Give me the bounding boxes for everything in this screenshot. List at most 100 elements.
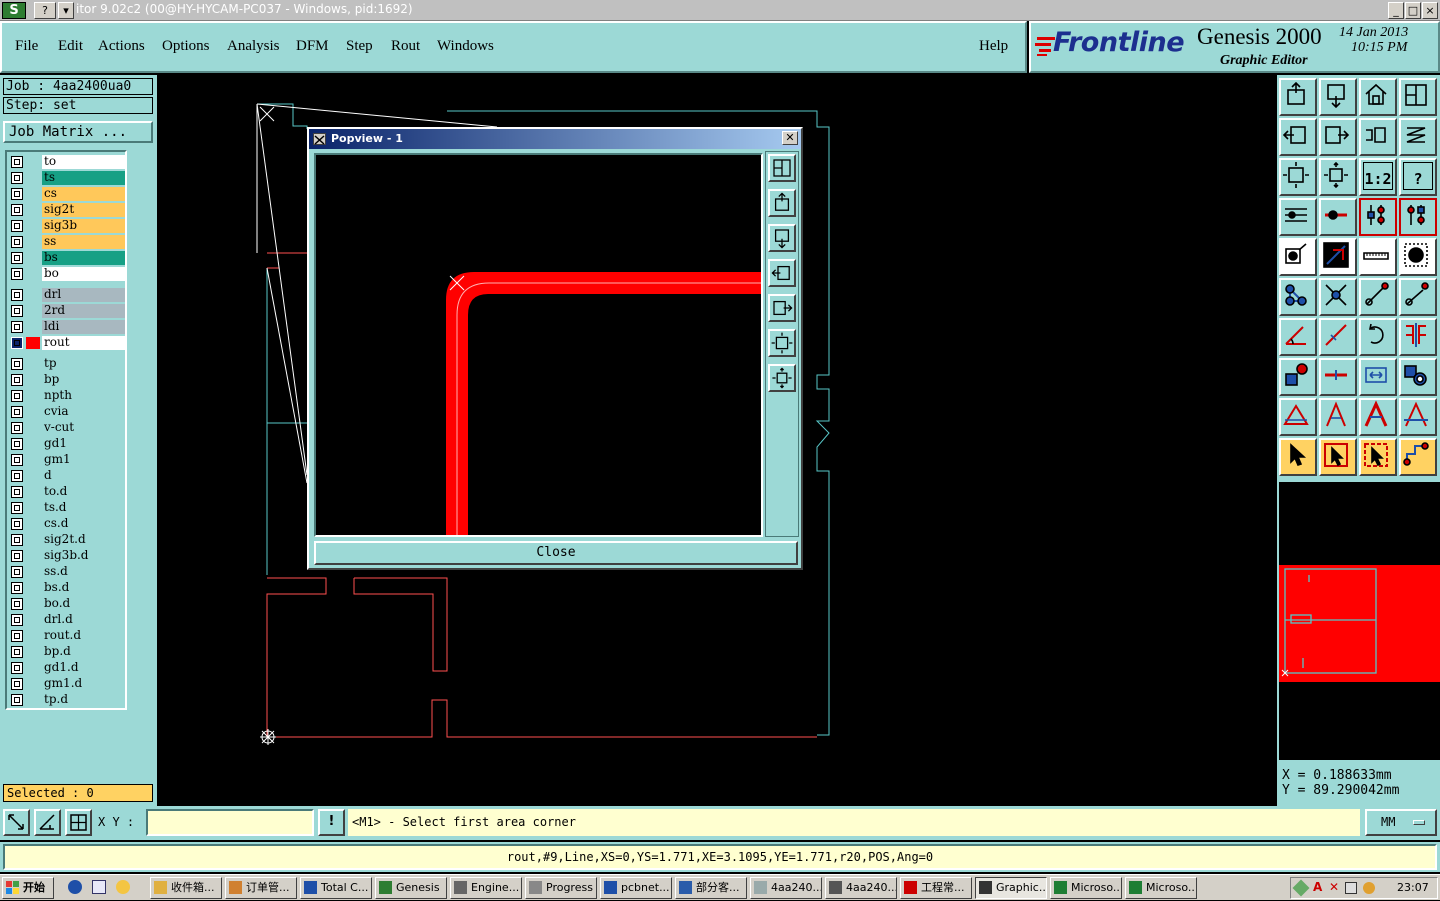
- layer-checkbox[interactable]: [11, 252, 23, 264]
- layer-row[interactable]: ts: [9, 171, 125, 185]
- pan-left-icon[interactable]: [768, 259, 796, 287]
- layer-checkbox[interactable]: [11, 374, 23, 386]
- menu-windows[interactable]: Windows: [437, 38, 494, 55]
- tray-sound-icon[interactable]: [1363, 882, 1375, 894]
- undo-zoom-icon[interactable]: [1359, 118, 1397, 156]
- layer-row[interactable]: gd1.d: [9, 661, 125, 675]
- pan-right-icon[interactable]: [1319, 118, 1357, 156]
- taskbar-item[interactable]: Progress: [525, 877, 597, 899]
- layer-row[interactable]: bp: [9, 373, 125, 387]
- layer-checkbox[interactable]: [11, 204, 23, 216]
- layer-row[interactable]: sig2t.d: [9, 533, 125, 547]
- xy-input[interactable]: [146, 809, 314, 836]
- layer-row[interactable]: rout.d: [9, 629, 125, 643]
- taskbar-item[interactable]: 工程常...: [900, 877, 972, 899]
- select-path-icon[interactable]: [1399, 438, 1437, 476]
- layer-row[interactable]: gm1: [9, 453, 125, 467]
- layer-row[interactable]: cs: [9, 187, 125, 201]
- ratio-icon[interactable]: 1:2: [1359, 158, 1397, 196]
- menu-file[interactable]: File: [15, 38, 38, 55]
- resize-icon[interactable]: [1359, 358, 1397, 396]
- layer-row[interactable]: sig3b.d: [9, 549, 125, 563]
- exclamation-icon[interactable]: !: [318, 809, 345, 836]
- chevron-down-icon[interactable]: ▾: [58, 2, 74, 19]
- layer-row[interactable]: bo.d: [9, 597, 125, 611]
- layer-checkbox[interactable]: [11, 289, 23, 301]
- pan-down-icon[interactable]: [1319, 78, 1357, 116]
- layer-row[interactable]: ts.d: [9, 501, 125, 515]
- layer-row[interactable]: ldi: [9, 320, 125, 334]
- pan-right-icon[interactable]: [768, 294, 796, 322]
- layer-checkbox[interactable]: [11, 321, 23, 333]
- job-matrix-button[interactable]: Job Matrix ...: [3, 121, 153, 143]
- taskbar-item[interactable]: Total C...: [300, 877, 372, 899]
- arc-icon[interactable]: [1359, 318, 1397, 356]
- layer-row[interactable]: bp.d: [9, 645, 125, 659]
- layer-row[interactable]: d: [9, 469, 125, 483]
- layer-checkbox[interactable]: [11, 534, 23, 546]
- taskbar-item[interactable]: 4aa240...: [750, 877, 822, 899]
- taskbar-item[interactable]: 订单管...: [225, 877, 297, 899]
- close-button[interactable]: ×: [1422, 2, 1438, 19]
- measure-icon[interactable]: [1319, 238, 1357, 276]
- tray-network-icon[interactable]: [1345, 882, 1357, 894]
- start-button[interactable]: 开始: [2, 877, 54, 899]
- layer-checkbox[interactable]: [11, 614, 23, 626]
- layer-checkbox[interactable]: [11, 694, 23, 706]
- menu-analysis[interactable]: Analysis: [227, 38, 280, 55]
- layers-icon[interactable]: [1279, 198, 1317, 236]
- layer-row[interactable]: tp: [9, 357, 125, 371]
- home-icon[interactable]: [1359, 78, 1397, 116]
- mirror-icon[interactable]: [1399, 318, 1437, 356]
- select-lasso-icon[interactable]: [1359, 438, 1397, 476]
- zoom-window-icon[interactable]: [1399, 78, 1437, 116]
- taskbar-item[interactable]: Genesis: [375, 877, 447, 899]
- net-select-icon[interactable]: [1399, 198, 1437, 236]
- layer-checkbox[interactable]: [11, 678, 23, 690]
- zoom-fit-icon[interactable]: [3, 809, 30, 836]
- layer-row[interactable]: cs.d: [9, 517, 125, 531]
- layer-checkbox[interactable]: [11, 598, 23, 610]
- layer-checkbox[interactable]: [11, 358, 23, 370]
- maximize-button[interactable]: □: [1405, 2, 1421, 19]
- connect-icon[interactable]: [1279, 278, 1317, 316]
- layer-checkbox[interactable]: [11, 268, 23, 280]
- net-highlight-icon[interactable]: [1359, 198, 1397, 236]
- taskbar-item[interactable]: 部分客...: [675, 877, 747, 899]
- popview-close-button[interactable]: Close: [314, 541, 798, 565]
- layer-row[interactable]: cvia: [9, 405, 125, 419]
- menu-actions[interactable]: Actions: [98, 38, 145, 55]
- minimize-button[interactable]: _: [1388, 2, 1404, 19]
- triangle-fill-icon[interactable]: [1359, 398, 1397, 436]
- move-pad-icon[interactable]: [1279, 358, 1317, 396]
- taskbar-item[interactable]: Microso...: [1125, 877, 1197, 899]
- taskbar-item[interactable]: Graphic...: [975, 877, 1047, 899]
- zoom-window-icon[interactable]: [768, 154, 796, 182]
- layer-row[interactable]: tp.d: [9, 693, 125, 707]
- layer-row[interactable]: to.d: [9, 485, 125, 499]
- layer-checkbox[interactable]: [11, 438, 23, 450]
- layer-checkbox[interactable]: [11, 582, 23, 594]
- triangle-a-icon[interactable]: [1319, 398, 1357, 436]
- line-add-icon[interactable]: [1359, 278, 1397, 316]
- layer-row[interactable]: rout: [9, 336, 125, 350]
- zoom-out-icon[interactable]: [768, 364, 796, 392]
- layer-checkbox[interactable]: [11, 236, 23, 248]
- layer-checkbox[interactable]: [11, 422, 23, 434]
- pan-down-icon[interactable]: [768, 224, 796, 252]
- layer-row[interactable]: to: [9, 155, 125, 169]
- help-icon[interactable]: ?: [1399, 158, 1437, 196]
- redraw-icon[interactable]: [1399, 118, 1437, 156]
- outlook-icon[interactable]: [92, 880, 106, 894]
- menu-edit[interactable]: Edit: [58, 38, 83, 55]
- measure-icon[interactable]: [34, 809, 61, 836]
- layer-checkbox[interactable]: [11, 662, 23, 674]
- layer-checkbox[interactable]: [11, 566, 23, 578]
- zoom-in-icon[interactable]: [1279, 158, 1317, 196]
- layer-row[interactable]: ss.d: [9, 565, 125, 579]
- board-overview[interactable]: [1279, 482, 1440, 760]
- tray-a-icon[interactable]: A: [1313, 880, 1322, 894]
- layer-checkbox[interactable]: [11, 188, 23, 200]
- app-icon[interactable]: S: [2, 2, 26, 19]
- slope-icon[interactable]: [1319, 318, 1357, 356]
